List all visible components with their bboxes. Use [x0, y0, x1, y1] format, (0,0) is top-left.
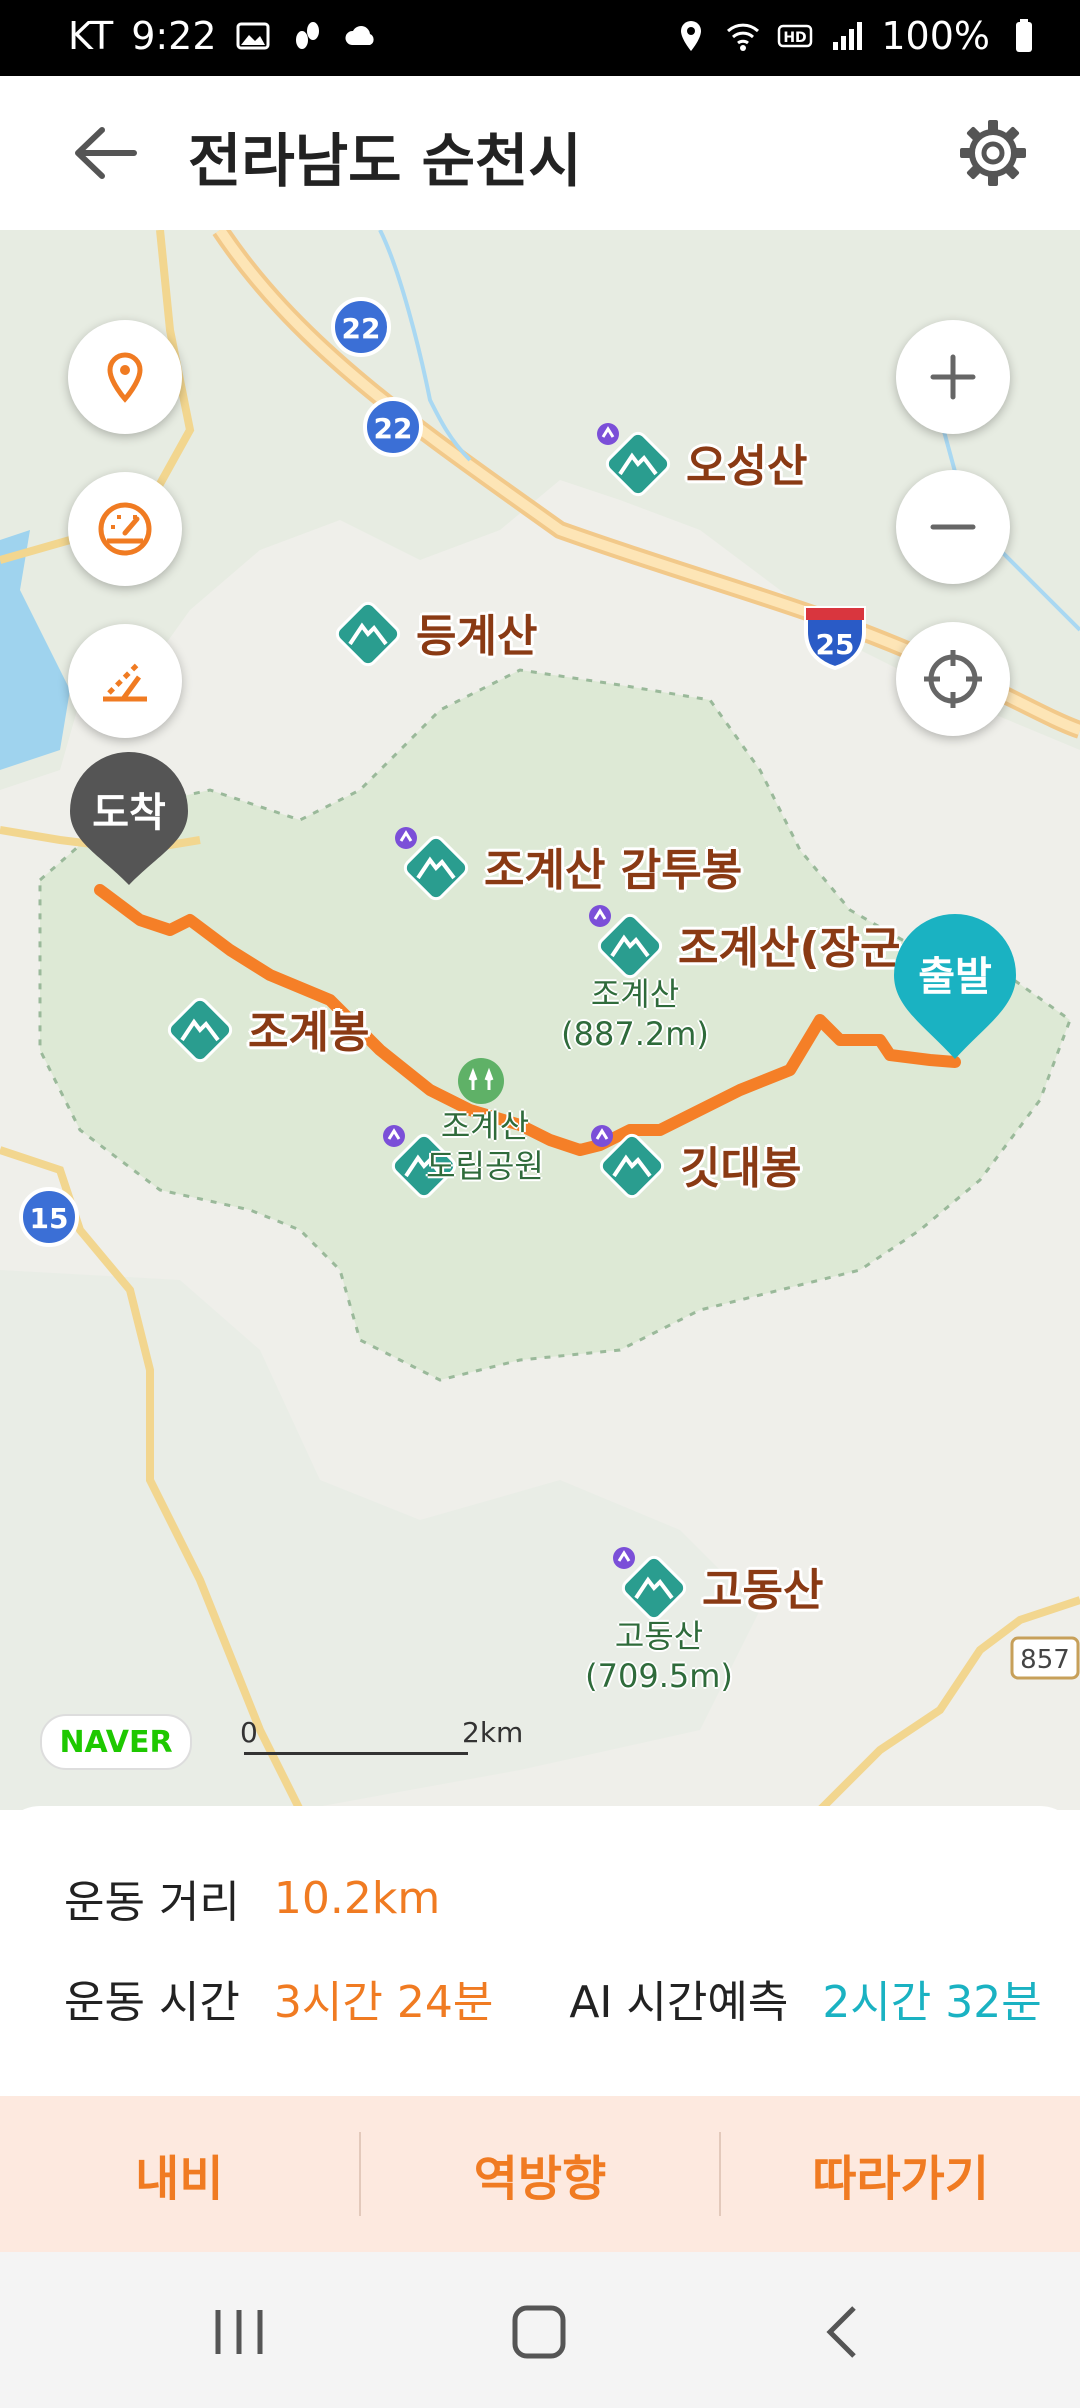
arrival-pin-label: 도착: [92, 790, 166, 836]
peak-label: 깃대봉: [680, 1143, 802, 1194]
location-icon: [681, 21, 702, 51]
speedometer-icon: [98, 502, 152, 556]
route-info-panel: 운동 거리 10.2km 운동 시간 3시간 24분 AI 시간예측 2시간 3…: [0, 1806, 1080, 2096]
signal-icon: [833, 22, 863, 50]
road-badge: 15: [19, 1187, 79, 1247]
distance-value: 10.2km: [273, 1872, 441, 1924]
home-icon[interactable]: [504, 2300, 574, 2364]
departure-pin[interactable]: 출발: [890, 910, 1020, 1062]
peak-label: 조계봉: [248, 1007, 370, 1058]
battery-percent: 100%: [881, 14, 990, 58]
departure-pin-label: 출발: [918, 954, 992, 1000]
wifi-icon: [727, 23, 760, 51]
peak-label: 오성산: [686, 441, 808, 492]
crosshair-icon: [924, 650, 982, 708]
svg-text:22: 22: [374, 412, 413, 445]
map-scale: 0 2km: [240, 1716, 523, 1764]
ai-time-value: 2시간 32분: [822, 1977, 1042, 2028]
zoom-in-button[interactable]: [896, 320, 1010, 434]
svg-text:857: 857: [1020, 1645, 1070, 1675]
time-label: 운동 시간: [64, 1977, 240, 2028]
time-value: 3시간 24분: [273, 1977, 494, 2028]
my-location-button[interactable]: [896, 622, 1010, 736]
navigation-button[interactable]: 내비: [0, 2096, 359, 2252]
peak-marker[interactable]: 오성산: [596, 422, 807, 502]
follow-route-button[interactable]: 따라가기: [721, 2096, 1080, 2252]
gallery-icon: [236, 22, 270, 50]
slope-icon: [103, 661, 147, 702]
peak-marker[interactable]: 고동산: [612, 1546, 823, 1626]
minus-icon: [930, 524, 976, 530]
summit-elevation-label: 고동산 (709.5m): [585, 1617, 733, 1695]
cloud-icon: [345, 26, 374, 45]
location-pin-icon: [107, 352, 143, 403]
road-badge: 22: [331, 297, 391, 357]
scale-start: 0: [240, 1716, 258, 1749]
summit-elevation-label: 조계산 (887.2m): [561, 975, 709, 1053]
park-icon: [458, 1058, 504, 1104]
mountain-peak-icon: [167, 997, 233, 1063]
ai-time-label: AI 시간예측: [569, 1977, 789, 2028]
steps-icon: [295, 22, 319, 49]
svg-text:22: 22: [342, 312, 381, 345]
reverse-route-button[interactable]: 역방향: [361, 2096, 720, 2252]
peak-marker[interactable]: 조계산(장군: [588, 904, 901, 984]
peak-marker[interactable]: 조계봉: [158, 988, 369, 1068]
arrival-pin[interactable]: 도착: [66, 748, 192, 888]
speedometer-button[interactable]: [68, 472, 182, 586]
interstate-badge: 25: [804, 606, 866, 671]
slope-button[interactable]: [68, 624, 182, 738]
map-view[interactable]: 22 22 25 15 857 오성산 등계산 조계산 감투봉 조계산(장군 조…: [0, 230, 1080, 1810]
naver-logo: NAVER: [40, 1714, 192, 1770]
peak-marker[interactable]: 등계산: [326, 592, 537, 672]
peak-label: 조계산 감투봉: [484, 845, 743, 896]
svg-text:25: 25: [816, 628, 855, 661]
park-label: 조계산 도립공원: [426, 1107, 544, 1185]
plus-icon: [930, 354, 976, 400]
system-nav-bar: [0, 2252, 1080, 2408]
road-badge: 22: [363, 397, 423, 457]
page-title: 전라남도 순천시: [188, 127, 582, 195]
peak-label: 등계산: [416, 611, 538, 662]
svg-text:15: 15: [30, 1202, 69, 1235]
app-header: 전라남도 순천시: [0, 76, 1080, 230]
location-pin-button[interactable]: [68, 320, 182, 434]
mountain-peak-icon: [591, 1125, 665, 1199]
carrier: KT: [68, 14, 114, 58]
svg-text:HD: HD: [784, 30, 807, 46]
peak-label: 고동산: [702, 1565, 824, 1616]
mountain-peak-icon: [613, 1547, 687, 1621]
action-bar: 내비 역방향 따라가기: [0, 2096, 1080, 2252]
peak-marker[interactable]: 조계산 감투봉: [394, 826, 742, 906]
settings-gear-icon[interactable]: [958, 118, 1028, 188]
mountain-peak-icon: [597, 423, 671, 497]
zoom-out-button[interactable]: [896, 470, 1010, 584]
scale-end: 2km: [462, 1716, 524, 1749]
distance-label: 운동 거리: [64, 1877, 240, 1928]
battery-icon: [1016, 19, 1032, 52]
back-arrow-icon[interactable]: [70, 120, 140, 186]
road-badge: 857: [1010, 1636, 1080, 1680]
mountain-peak-icon: [589, 905, 663, 979]
recent-apps-icon[interactable]: [204, 2300, 274, 2364]
mountain-peak-icon: [335, 601, 401, 667]
back-icon[interactable]: [810, 2300, 880, 2364]
status-bar: KT 9:22 HD 100%: [0, 0, 1080, 76]
hd-icon: HD: [778, 24, 813, 48]
clock: 9:22: [131, 14, 217, 58]
mountain-peak-icon: [395, 827, 469, 901]
peak-label: 조계산(장군: [678, 923, 901, 974]
peak-marker[interactable]: 깃대봉: [590, 1124, 801, 1204]
